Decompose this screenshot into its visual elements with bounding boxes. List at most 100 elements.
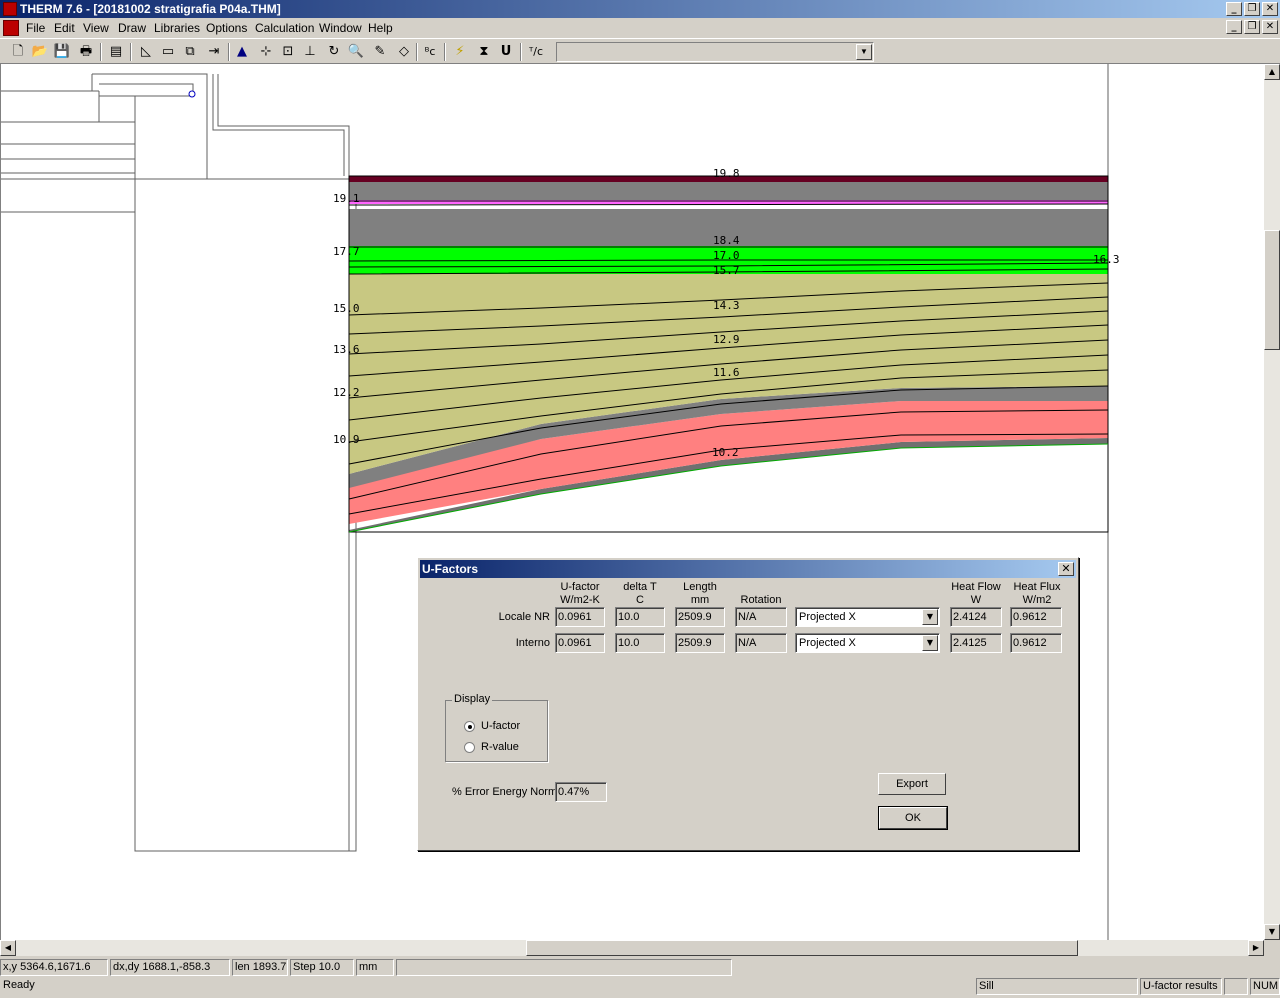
flip-icon[interactable]: ◇ [394,42,414,62]
draw-polygon-icon[interactable]: ◺ [136,42,156,62]
u-factor-icon[interactable]: U [496,42,516,62]
print-icon[interactable]: 🖶 [76,42,96,62]
doc-minimize-button[interactable]: _ [1226,20,1242,34]
ok-button[interactable]: OK [878,806,948,830]
results-layers [349,176,1108,532]
step-readout: Step 10.0 [290,959,354,976]
dialog-title-bar[interactable]: U-Factors ✕ [420,560,1076,578]
horizontal-scroll-thumb[interactable] [526,940,1078,956]
temperature-icon[interactable]: ᵀ/c [526,42,546,62]
projection-value: Projected X [799,611,856,623]
isotherm-label: 19.1 [333,192,360,205]
therm-app-icon[interactable] [3,2,17,16]
outline-wall [134,178,357,852]
ufactor-field: 0.0961 [555,607,605,627]
isotherm-label: 13.6 [333,343,360,356]
boundary-condition-icon[interactable]: ᴮc [420,42,440,62]
menu-options[interactable]: Options [206,21,247,35]
restore-button[interactable]: ❐ [1244,2,1260,16]
menu-view[interactable]: View [83,21,109,35]
calculate-icon[interactable]: ⚡ [450,42,470,62]
heatflow-field: 2.4125 [950,633,1002,653]
header-heatflow: Heat Flow W [951,581,1001,606]
toolbar-combo[interactable]: ▼ [556,42,874,62]
properties-icon[interactable]: ▤ [106,42,126,62]
menu-calculation[interactable]: Calculation [255,21,314,35]
vertical-scroll-thumb[interactable] [1264,230,1280,350]
heatflux-field: 0.9612 [1010,607,1062,627]
zoom-icon[interactable]: 🔍 [346,42,366,62]
header-ufactor: U-factor W/m2-K [560,581,600,606]
isotherm-label: 10.9 [333,433,360,446]
horizontal-scrollbar[interactable]: ◀ ▶ [0,940,1264,956]
status-element: Sill [976,978,1138,995]
export-button[interactable]: Export [878,773,946,795]
status-bar: Ready Sill U-factor results NUM [0,977,1280,996]
menu-window[interactable]: Window [319,21,362,35]
header-deltat: delta T C [623,581,657,606]
locate-icon[interactable]: ⇥ [204,42,224,62]
dialog-close-button[interactable]: ✕ [1058,562,1074,576]
minimize-button[interactable]: _ [1226,2,1242,16]
heatflux-field: 0.9612 [1010,633,1062,653]
error-norm-field: 0.47% [555,782,607,802]
chevron-down-icon[interactable]: ▼ [922,609,938,625]
move-icon[interactable]: ⊥ [300,42,320,62]
deltat-field: 10.0 [615,607,665,627]
rvalue-radio-label[interactable]: R-value [481,741,519,753]
error-norm-label: % Error Energy Norm [452,786,558,798]
insert-point-icon[interactable]: ⊡ [278,42,298,62]
rvalue-radio[interactable] [464,742,475,753]
isotherm-label: 15.7 [713,264,740,277]
ufactor-field: 0.0961 [555,633,605,653]
length-field: 2509.9 [675,633,725,653]
scroll-left-icon[interactable]: ◀ [0,940,16,956]
pick-icon[interactable]: ✎ [370,42,390,62]
vertex-icon[interactable]: ⊹ [256,42,276,62]
scroll-right-icon[interactable]: ▶ [1248,940,1264,956]
fill-void-icon[interactable]: ▲ [232,42,252,62]
projection-dropdown[interactable]: Projected X ▼ [795,607,940,627]
title-bar: THERM 7.6 - [20181002 stratigrafia P04a.… [0,0,1280,18]
doc-restore-button[interactable]: ❐ [1244,20,1260,34]
vertical-scrollbar[interactable]: ▲ ▼ [1264,64,1280,940]
copy-icon[interactable]: ⧉ [180,42,200,62]
new-icon[interactable]: 🗋 [8,42,28,62]
ufactor-radio[interactable] [464,721,475,732]
rotate-icon[interactable]: ↻ [324,42,344,62]
scroll-up-icon[interactable]: ▲ [1264,64,1280,80]
save-icon[interactable]: 💾 [52,42,72,62]
close-button[interactable]: ✕ [1262,2,1278,16]
status-blank [1224,978,1248,995]
row-label-interno: Interno [515,637,550,649]
header-length: Length mm [683,581,717,606]
heatflow-field: 2.4124 [950,607,1002,627]
doc-close-button[interactable]: ✕ [1262,20,1278,34]
chevron-down-icon[interactable]: ▼ [856,44,872,60]
outline-wall-inner [134,178,350,852]
header-heatflux: Heat Flux W/m2 [1013,581,1061,606]
chevron-down-icon[interactable]: ▼ [922,635,938,651]
rotation-field: N/A [735,607,787,627]
display-legend: Display [452,693,493,705]
projection-dropdown[interactable]: Projected X ▼ [795,633,940,653]
menu-file[interactable]: File [26,21,45,35]
length-readout: len 1893.7 [232,959,288,976]
document-icon[interactable] [3,20,19,36]
isotherm-label: 15.0 [333,302,360,315]
open-icon[interactable]: 📂 [30,42,50,62]
vertex-marker [188,90,196,98]
rectangle-icon[interactable]: ▭ [158,42,178,62]
menu-draw[interactable]: Draw [118,21,146,35]
length-field: 2509.9 [675,607,725,627]
isotherm-label: 16.3 [1093,253,1120,266]
menu-libraries[interactable]: Libraries [154,21,200,35]
display-groupbox: Display U-factor R-value [445,693,548,762]
isotherm-label: 12.9 [713,333,740,346]
menu-edit[interactable]: Edit [54,21,75,35]
display-results-icon[interactable]: ⧗ [474,42,494,62]
menu-help[interactable]: Help [368,21,393,35]
isotherm-label: 10.2 [712,446,739,459]
ufactor-radio-label[interactable]: U-factor [481,720,520,732]
scroll-down-icon[interactable]: ▼ [1264,924,1280,940]
